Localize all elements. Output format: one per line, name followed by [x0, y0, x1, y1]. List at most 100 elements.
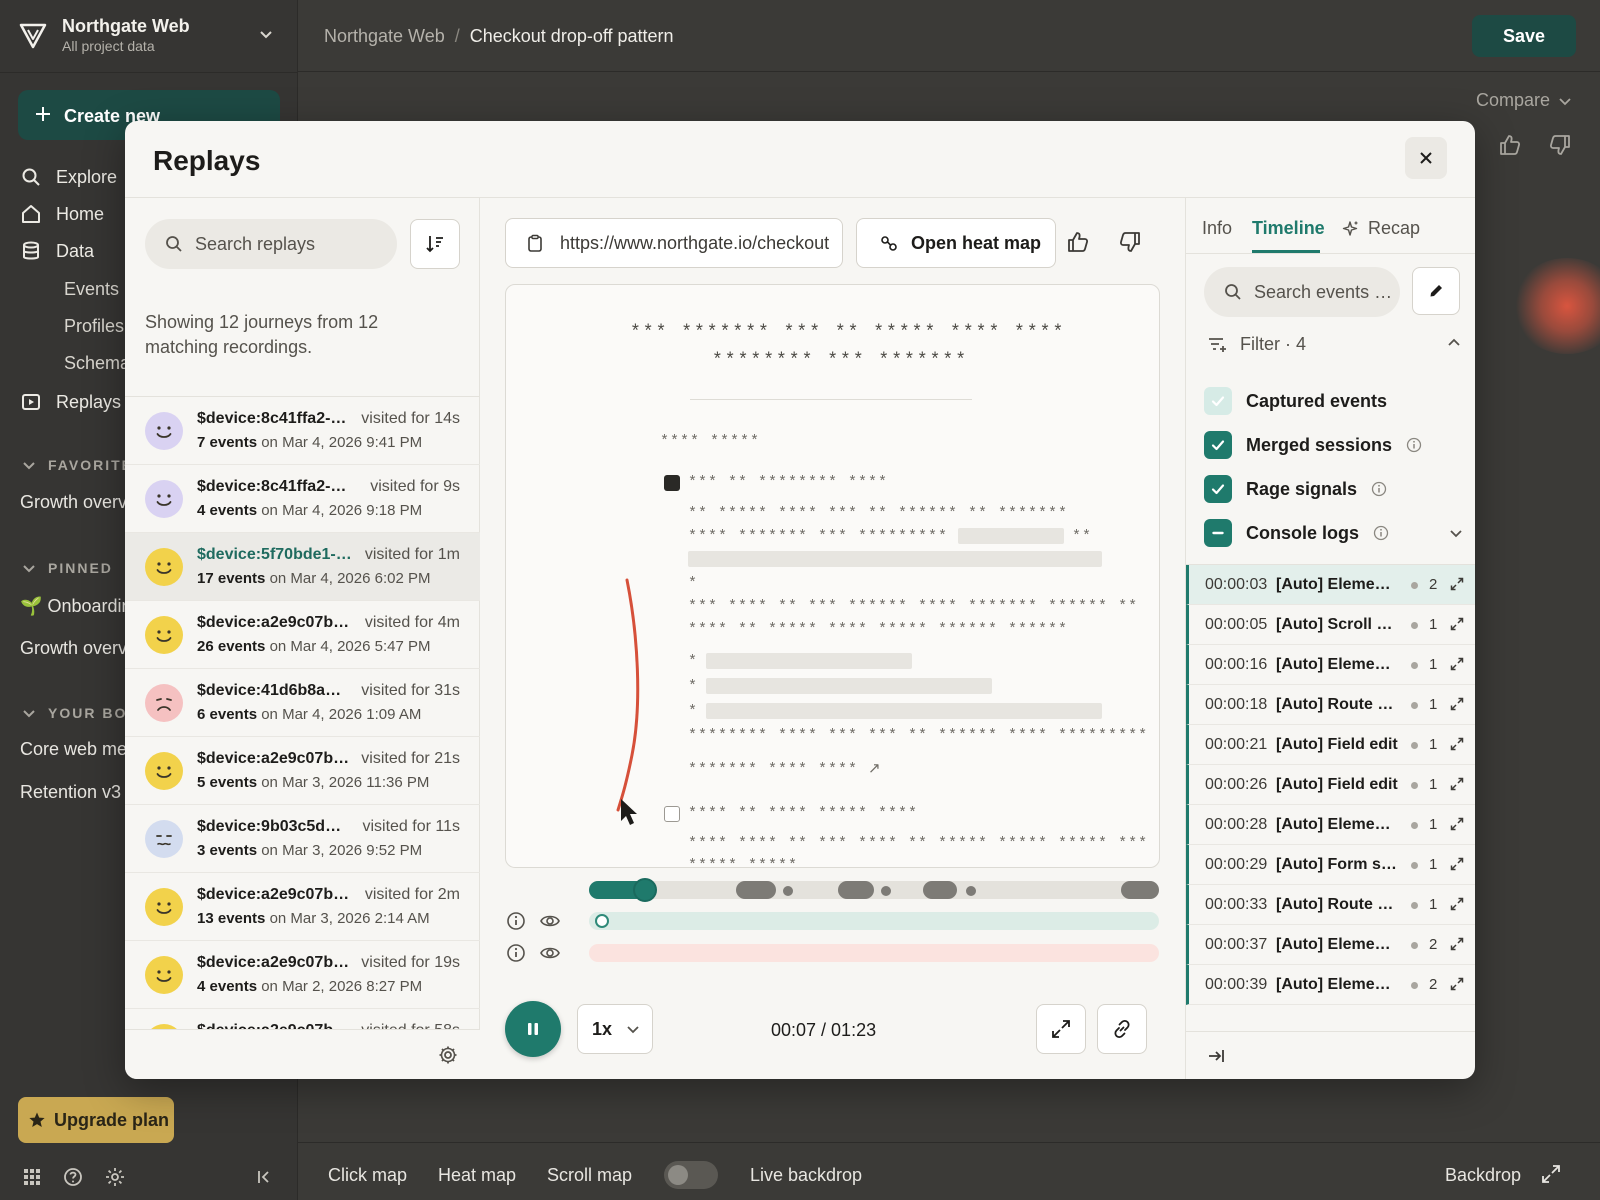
- close-button[interactable]: [1405, 137, 1447, 179]
- checkbox-checked[interactable]: [1204, 475, 1232, 503]
- fullscreen-button[interactable]: [1036, 1004, 1086, 1054]
- thumbs-down-icon[interactable]: [1547, 132, 1573, 158]
- replay-row[interactable]: $device:8c41ffa2-… visited for 14s 7 event…: [125, 397, 480, 465]
- event-row[interactable]: 00:00:21 [Auto] Field edit 1: [1186, 725, 1475, 765]
- board-item[interactable]: Retention v3: [20, 782, 121, 803]
- expand-icon[interactable]: [1449, 576, 1465, 592]
- event-row[interactable]: 00:00:33 [Auto] Route viewed 1: [1186, 885, 1475, 925]
- expand-icon[interactable]: [1449, 696, 1465, 712]
- apps-grid-icon[interactable]: [21, 1166, 43, 1188]
- replay-row[interactable]: $device:a2e9c07b… visited for 2m 13 events…: [125, 873, 480, 941]
- event-row[interactable]: 00:00:26 [Auto] Field edit 1: [1186, 765, 1475, 805]
- click-map-tab[interactable]: Click map: [328, 1165, 407, 1186]
- expand-icon[interactable]: [1449, 856, 1465, 872]
- nav-events[interactable]: Events: [64, 279, 119, 300]
- event-row[interactable]: 00:00:37 [Auto] Element clicked 2: [1186, 925, 1475, 965]
- event-row[interactable]: 00:00:03 [Auto] Element clicked 2: [1186, 565, 1475, 605]
- events-lane[interactable]: [589, 912, 1159, 930]
- checkbox-checked[interactable]: [1204, 431, 1232, 459]
- copy-link-button[interactable]: [1097, 1004, 1147, 1054]
- replay-viewport[interactable]: *** ******* *** ** ***** **** **** *****…: [505, 284, 1160, 868]
- pause-button[interactable]: [505, 1001, 561, 1057]
- info-icon[interactable]: [505, 910, 527, 932]
- event-row[interactable]: 00:00:18 [Auto] Route viewed 1: [1186, 685, 1475, 725]
- thumbs-down-icon[interactable]: [1117, 229, 1143, 255]
- section-pinned[interactable]: PINNED: [22, 560, 113, 576]
- sort-button[interactable]: [410, 219, 460, 269]
- nav-home[interactable]: Home: [20, 200, 104, 228]
- thumbs-up-icon[interactable]: [1065, 229, 1091, 255]
- expand-icon[interactable]: [1449, 656, 1465, 672]
- checkbox-checked-disabled[interactable]: [1204, 387, 1232, 415]
- nav-explore[interactable]: Explore: [20, 163, 117, 191]
- expand-icon[interactable]: [1449, 616, 1465, 632]
- info-icon[interactable]: [1373, 525, 1389, 541]
- replay-row[interactable]: $device:a2e9c07b… visited for 58s: [125, 1009, 480, 1029]
- collapse-sidebar-icon[interactable]: [252, 1166, 274, 1188]
- progress-track[interactable]: [589, 881, 1159, 899]
- expand-icon[interactable]: [1449, 896, 1465, 912]
- expand-icon[interactable]: [1449, 816, 1465, 832]
- event-row[interactable]: 00:00:39 [Auto] Element clicked 2: [1186, 965, 1475, 1005]
- expand-icon[interactable]: [1449, 776, 1465, 792]
- eye-icon[interactable]: [539, 910, 561, 932]
- errors-lane[interactable]: [589, 944, 1159, 962]
- nav-data[interactable]: Data: [20, 237, 94, 265]
- info-icon[interactable]: [1406, 437, 1422, 453]
- tab-timeline[interactable]: Timeline: [1252, 218, 1325, 239]
- chevron-down-icon[interactable]: [1448, 525, 1464, 541]
- heat-map-tab[interactable]: Heat map: [438, 1165, 516, 1186]
- collapse-panel-icon[interactable]: [1206, 1046, 1226, 1066]
- replay-row[interactable]: $device:8c41ffa2-4… visited for 9s 4 event…: [125, 465, 480, 533]
- chevron-down-icon: [626, 1022, 640, 1036]
- replay-row[interactable]: $device:41d6b8a… visited for 31s 6 events …: [125, 669, 480, 737]
- scroll-map-tab[interactable]: Scroll map: [547, 1165, 632, 1186]
- breadcrumb-project[interactable]: Northgate Web: [324, 26, 445, 46]
- event-row[interactable]: 00:00:16 [Auto] Element clicked 1: [1186, 645, 1475, 685]
- url-field[interactable]: https://www.northgate.io/checkout: [505, 218, 843, 268]
- thumbs-up-icon[interactable]: [1497, 132, 1523, 158]
- expand-icon[interactable]: [1540, 1163, 1562, 1185]
- search-events-input[interactable]: Search events …: [1204, 267, 1400, 317]
- info-icon[interactable]: [1371, 481, 1387, 497]
- speed-select[interactable]: 1x: [577, 1004, 653, 1054]
- filter-option[interactable]: Merged sessions: [1204, 430, 1464, 460]
- nav-profiles[interactable]: Profiles: [64, 316, 124, 337]
- filter-option[interactable]: Console logs: [1204, 518, 1464, 548]
- expand-icon[interactable]: [1449, 976, 1465, 992]
- help-icon[interactable]: [62, 1166, 84, 1188]
- eye-icon[interactable]: [539, 942, 561, 964]
- filter-option[interactable]: Rage signals: [1204, 474, 1464, 504]
- backdrop-button[interactable]: Backdrop: [1445, 1165, 1521, 1186]
- filter-toggle[interactable]: Filter · 4: [1206, 331, 1462, 357]
- tab-info[interactable]: Info: [1202, 218, 1232, 239]
- replay-row[interactable]: $device:9b03c5d… visited for 11s 3 events …: [125, 805, 480, 873]
- event-row[interactable]: 00:00:29 [Auto] Form submitted 1: [1186, 845, 1475, 885]
- replay-list-panel: Search replays Showing 12 journeys from …: [125, 198, 480, 1079]
- filter-option[interactable]: Captured events: [1204, 386, 1464, 416]
- event-row[interactable]: 00:00:05 [Auto] Scroll depth 1: [1186, 605, 1475, 645]
- replay-row[interactable]: $device:5f70bde1-… visited for 1m 17 event…: [125, 533, 480, 601]
- nav-replays[interactable]: Replays: [20, 388, 121, 416]
- pinned-item-onboarding[interactable]: 🌱 Onboarding: [20, 596, 142, 617]
- event-row[interactable]: 00:00:28 [Auto] Element clicked 1: [1186, 805, 1475, 845]
- replay-row[interactable]: $device:a2e9c07b… visited for 21s 5 events…: [125, 737, 480, 805]
- replay-row[interactable]: $device:a2e9c07b… visited for 19s 4 events…: [125, 941, 480, 1009]
- expand-icon[interactable]: [1449, 936, 1465, 952]
- expand-icon[interactable]: [1449, 736, 1465, 752]
- edit-button[interactable]: [1412, 267, 1460, 315]
- compare-dropdown[interactable]: Compare: [1476, 90, 1572, 111]
- search-replays-input[interactable]: Search replays: [145, 219, 397, 269]
- info-icon[interactable]: [505, 942, 527, 964]
- replay-row[interactable]: $device:a2e9c07b… visited for 4m 26 events…: [125, 601, 480, 669]
- checkbox-indeterminate[interactable]: [1204, 519, 1232, 547]
- tab-recap[interactable]: Recap: [1342, 218, 1420, 239]
- open-heat-map-button[interactable]: Open heat map: [856, 218, 1056, 268]
- nav-schema[interactable]: Schema: [64, 353, 130, 374]
- settings-gear-icon[interactable]: [437, 1044, 459, 1066]
- live-backdrop-toggle[interactable]: [664, 1161, 718, 1189]
- settings-gear-icon[interactable]: [104, 1166, 126, 1188]
- upgrade-plan-button[interactable]: Upgrade plan: [18, 1097, 174, 1143]
- save-button[interactable]: Save: [1472, 15, 1576, 57]
- project-switcher[interactable]: Northgate Web All project data: [18, 14, 280, 58]
